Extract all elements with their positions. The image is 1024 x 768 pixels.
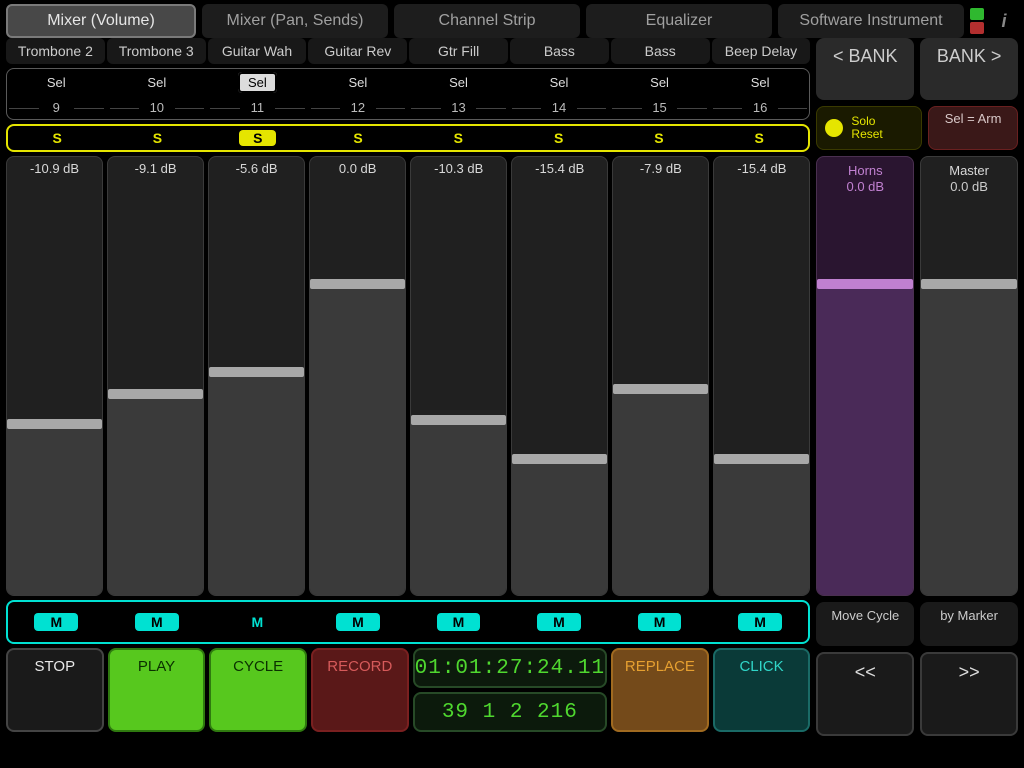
solo-button[interactable]: S — [710, 130, 808, 146]
mute-button[interactable]: M — [410, 608, 507, 636]
solo-button[interactable]: S — [409, 130, 507, 146]
channel-name[interactable]: Guitar Rev — [308, 38, 407, 64]
tab-mixer-volume[interactable]: Mixer (Volume) — [6, 4, 196, 38]
volume-fader[interactable]: 0.0 dB — [309, 156, 406, 596]
channel-name[interactable]: Bass — [510, 38, 609, 64]
solo-button[interactable]: S — [309, 130, 407, 146]
tab-channel-strip[interactable]: Channel Strip — [394, 4, 580, 38]
solo-button[interactable]: S — [8, 130, 106, 146]
info-icon[interactable]: i — [990, 4, 1018, 38]
bus-fader-horns[interactable]: Horns 0.0 dB — [816, 156, 914, 596]
volume-fader[interactable]: -10.9 dB — [6, 156, 103, 596]
mute-button[interactable]: M — [712, 608, 809, 636]
by-marker-button[interactable]: by Marker — [920, 602, 1018, 646]
channel-number: 9 — [7, 100, 106, 115]
mute-row: M M M M M M M M — [6, 600, 810, 644]
mute-button[interactable]: M — [310, 608, 407, 636]
channel-number: 16 — [711, 100, 810, 115]
solo-button[interactable]: S — [509, 130, 607, 146]
channel-name[interactable]: Gtr Fill — [409, 38, 508, 64]
select-button[interactable]: Sel — [7, 75, 106, 90]
click-button[interactable]: CLICK — [713, 648, 811, 732]
channel-name[interactable]: Beep Delay — [712, 38, 811, 64]
mute-button[interactable]: M — [611, 608, 708, 636]
select-number-block: Sel Sel Sel Sel Sel Sel Sel Sel 9 10 11 … — [6, 68, 810, 120]
tab-equalizer[interactable]: Equalizer — [586, 4, 772, 38]
bus-fader-master[interactable]: Master 0.0 dB — [920, 156, 1018, 596]
rewind-button[interactable]: << — [816, 652, 914, 736]
record-button[interactable]: RECORD — [311, 648, 409, 732]
channel-number: 15 — [610, 100, 709, 115]
select-button[interactable]: Sel — [610, 75, 709, 90]
tab-mixer-pan[interactable]: Mixer (Pan, Sends) — [202, 4, 388, 38]
channel-name-row: Trombone 2 Trombone 3 Guitar Wah Guitar … — [6, 38, 810, 64]
volume-fader[interactable]: -10.3 dB — [410, 156, 507, 596]
mute-button[interactable]: M — [511, 608, 608, 636]
channel-number: 14 — [510, 100, 609, 115]
replace-button[interactable]: REPLACE — [611, 648, 709, 732]
mute-button[interactable]: M — [8, 608, 105, 636]
solo-button[interactable]: S — [610, 130, 708, 146]
channel-name[interactable]: Bass — [611, 38, 710, 64]
fastforward-button[interactable]: >> — [920, 652, 1018, 736]
mute-button[interactable]: M — [109, 608, 206, 636]
mute-button[interactable]: M — [209, 608, 306, 636]
mode-bar: Mixer (Volume) Mixer (Pan, Sends) Channe… — [0, 0, 1024, 38]
level-meters — [970, 4, 984, 38]
fader-row: -10.9 dB -9.1 dB -5.6 dB 0.0 dB -10.3 dB… — [6, 156, 810, 596]
select-button[interactable]: Sel — [108, 75, 207, 90]
move-cycle-button[interactable]: Move Cycle — [816, 602, 914, 646]
timecode-display[interactable]: 01:01:27:24.11 — [413, 648, 607, 688]
volume-fader[interactable]: -9.1 dB — [107, 156, 204, 596]
channel-number: 13 — [409, 100, 508, 115]
select-button[interactable]: Sel — [208, 75, 307, 90]
play-button[interactable]: PLAY — [108, 648, 206, 732]
transport-bar: STOP PLAY CYCLE RECORD 01:01:27:24.11 39… — [6, 648, 810, 732]
cycle-button[interactable]: CYCLE — [209, 648, 307, 732]
bars-beats-display[interactable]: 39 1 2 216 — [413, 692, 607, 732]
tab-software-instrument[interactable]: Software Instrument — [778, 4, 964, 38]
select-button[interactable]: Sel — [510, 75, 609, 90]
select-button[interactable]: Sel — [711, 75, 810, 90]
volume-fader[interactable]: -5.6 dB — [208, 156, 305, 596]
solo-reset-button[interactable]: Solo Reset — [816, 106, 922, 150]
channel-name[interactable]: Guitar Wah — [208, 38, 307, 64]
bank-prev-button[interactable]: < BANK — [816, 38, 914, 100]
channel-number: 10 — [108, 100, 207, 115]
channel-name[interactable]: Trombone 2 — [6, 38, 105, 64]
volume-fader[interactable]: -7.9 dB — [612, 156, 709, 596]
volume-fader[interactable]: -15.4 dB — [713, 156, 810, 596]
channel-number: 12 — [309, 100, 408, 115]
stop-button[interactable]: STOP — [6, 648, 104, 732]
bank-next-button[interactable]: BANK > — [920, 38, 1018, 100]
solo-button[interactable]: S — [108, 130, 206, 146]
sel-arm-button[interactable]: Sel = Arm — [928, 106, 1018, 150]
solo-button[interactable]: S — [209, 130, 307, 146]
channel-name[interactable]: Trombone 3 — [107, 38, 206, 64]
select-button[interactable]: Sel — [409, 75, 508, 90]
channel-number: 11 — [208, 100, 307, 115]
volume-fader[interactable]: -15.4 dB — [511, 156, 608, 596]
solo-indicator-icon — [825, 119, 843, 137]
select-button[interactable]: Sel — [309, 75, 408, 90]
solo-row: S S S S S S S S — [6, 124, 810, 152]
time-display: 01:01:27:24.11 39 1 2 216 — [413, 648, 607, 732]
